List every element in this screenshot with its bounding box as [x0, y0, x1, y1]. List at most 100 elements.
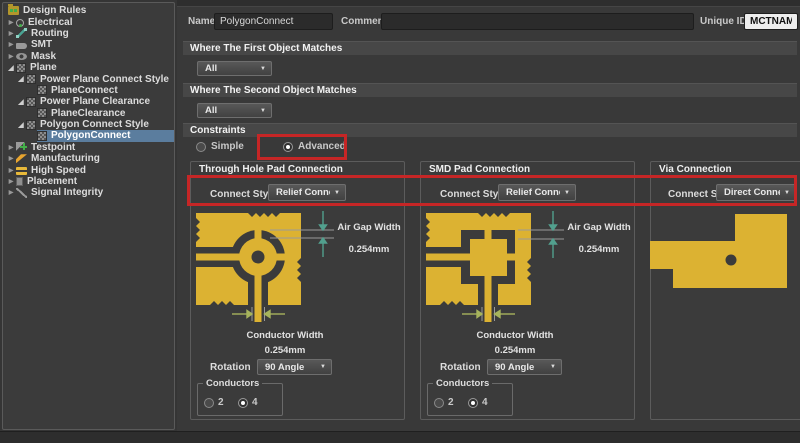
tree-label: Mask: [31, 51, 56, 62]
through-hole-relief-diagram: [196, 210, 346, 345]
tree-item-planeclearance[interactable]: PlaneClearance: [3, 108, 174, 119]
smd-connect-style-dropdown[interactable]: Relief Connect ▼: [498, 184, 576, 201]
rule-category-icon: [26, 97, 36, 107]
tree-item-polygonconnect-selected[interactable]: PolygonConnect: [3, 130, 174, 141]
dropdown-value: Direct Connect: [724, 187, 780, 198]
expand-expanded-icon[interactable]: [6, 62, 16, 74]
conductors-2-label[interactable]: 2: [218, 397, 224, 409]
tree-label: Plane: [30, 62, 57, 73]
conductors-4-radio[interactable]: [468, 398, 478, 408]
through-hole-title: Through Hole Pad Connection: [199, 164, 343, 175]
second-match-scope-dropdown[interactable]: All ▼: [197, 103, 272, 118]
through-hole-connect-style-dropdown[interactable]: Relief Connect ▼: [268, 184, 346, 201]
folder-icon: [8, 6, 19, 15]
rotation-label: Rotation: [210, 362, 251, 373]
tree-item-signal-integrity[interactable]: Signal Integrity: [3, 187, 174, 198]
second-match-section-header: Where The Second Object Matches: [183, 83, 797, 97]
comment-input[interactable]: [381, 13, 694, 30]
tree-item-polygon-connect-style[interactable]: Polygon Connect Style: [3, 119, 174, 130]
smd-rotation-dropdown[interactable]: 90 Angle ▼: [487, 359, 562, 375]
tree-item-design-rules[interactable]: Design Rules: [3, 5, 174, 16]
manufacturing-icon: [16, 154, 27, 163]
chevron-down-icon: ▼: [564, 190, 570, 196]
conductors-4-label[interactable]: 4: [252, 397, 258, 409]
air-gap-width-value: 0.254mm: [334, 244, 404, 255]
conductor-width-label: Conductor Width: [445, 330, 585, 341]
rule-category-icon: [26, 120, 36, 130]
expand-collapsed-icon[interactable]: [6, 186, 16, 199]
tree-label: SMT: [31, 39, 52, 50]
tree-label: Power Plane Clearance: [40, 96, 150, 107]
routing-icon: [16, 28, 27, 38]
conductor-width-value: 0.254mm: [445, 345, 585, 356]
conductors-2-radio[interactable]: [434, 398, 444, 408]
tree-label: PlaneClearance: [51, 108, 126, 119]
name-input[interactable]: [214, 13, 333, 30]
chevron-down-icon: ▼: [260, 108, 266, 114]
tree-label: Electrical: [28, 17, 72, 28]
tree-item-plane[interactable]: Plane: [3, 62, 174, 73]
tree-item-high-speed[interactable]: High Speed: [3, 164, 174, 175]
chevron-down-icon: ▼: [260, 66, 266, 72]
air-gap-width-label: Air Gap Width: [564, 222, 634, 233]
rotation-label: Rotation: [440, 362, 481, 373]
tree-item-routing[interactable]: Routing: [3, 28, 174, 39]
connect-style-label: Connect Style: [210, 189, 277, 200]
top-strip: [177, 0, 800, 7]
unique-id-input[interactable]: [744, 13, 798, 30]
via-direct-diagram: [650, 211, 800, 291]
dropdown-value: Relief Connect: [506, 187, 560, 198]
expand-expanded-icon[interactable]: [16, 73, 26, 85]
first-match-scope-dropdown[interactable]: All ▼: [197, 61, 272, 76]
expand-expanded-icon[interactable]: [16, 96, 26, 108]
tree-item-testpoint[interactable]: Testpoint: [3, 142, 174, 153]
simple-radio[interactable]: [196, 142, 206, 152]
tree-item-power-plane-clearance[interactable]: Power Plane Clearance: [3, 96, 174, 107]
tree-item-manufacturing[interactable]: Manufacturing: [3, 153, 174, 164]
tree-item-smt[interactable]: SMT: [3, 39, 174, 50]
conductor-width-value: 0.254mm: [215, 345, 355, 356]
testpoint-icon: [16, 142, 27, 152]
smd-relief-diagram: [426, 210, 576, 345]
through-hole-rotation-dropdown[interactable]: 90 Angle ▼: [257, 359, 332, 375]
tree-label: Placement: [27, 176, 77, 187]
placement-icon: [16, 177, 23, 186]
conductors-2-label[interactable]: 2: [448, 397, 454, 409]
plane-icon: [16, 63, 26, 73]
tree-label: Testpoint: [31, 142, 75, 153]
tree-label: PolygonConnect: [51, 130, 130, 141]
design-rules-tree: Design Rules Electrical Routing SMT Mask…: [2, 2, 175, 430]
air-gap-width-label: Air Gap Width: [334, 222, 404, 233]
via-connect-style-dropdown[interactable]: Direct Connect ▼: [716, 184, 796, 201]
connect-style-label: Connect Style: [440, 189, 507, 200]
simple-radio-label[interactable]: Simple: [211, 141, 244, 153]
conductors-4-radio[interactable]: [238, 398, 248, 408]
unique-id-label: Unique ID: [700, 16, 747, 28]
first-match-section-header: Where The First Object Matches: [183, 41, 797, 55]
tree-item-electrical[interactable]: Electrical: [3, 16, 174, 27]
chevron-down-icon: ▼: [784, 190, 790, 196]
smd-title: SMD Pad Connection: [429, 164, 530, 175]
tree-label: Polygon Connect Style: [40, 119, 149, 130]
advanced-radio[interactable]: [283, 142, 293, 152]
expand-expanded-icon[interactable]: [16, 119, 26, 131]
conductors-4-label[interactable]: 4: [482, 397, 488, 409]
tree-label: PlaneConnect: [51, 85, 118, 96]
advanced-radio-label[interactable]: Advanced: [298, 141, 346, 153]
conductors-2-radio[interactable]: [204, 398, 214, 408]
tree-item-power-plane-connect-style[interactable]: Power Plane Connect Style: [3, 73, 174, 84]
via-title: Via Connection: [659, 164, 732, 175]
tree-item-planeconnect[interactable]: PlaneConnect: [3, 85, 174, 96]
rule-icon: [37, 85, 47, 95]
electrical-icon: [16, 19, 24, 27]
chevron-down-icon: ▼: [550, 364, 556, 370]
constraints-section-header: Constraints: [183, 123, 797, 137]
dropdown-value: All: [205, 105, 256, 116]
tree-item-placement[interactable]: Placement: [3, 176, 174, 187]
conductors-label: Conductors: [433, 378, 492, 389]
tree-item-mask[interactable]: Mask: [3, 51, 174, 62]
rule-icon: [37, 108, 47, 118]
smt-icon: [16, 43, 27, 49]
conductors-label: Conductors: [203, 378, 262, 389]
name-label: Name: [188, 16, 215, 28]
